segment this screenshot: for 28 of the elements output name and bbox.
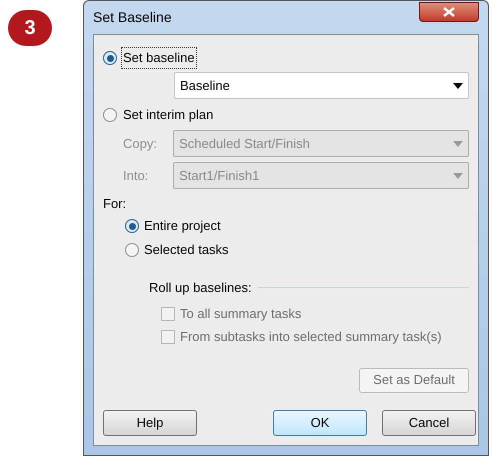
caret-icon <box>453 172 463 178</box>
group-title: Roll up baselines: <box>149 279 252 297</box>
section-label: For: <box>103 195 128 213</box>
caret-icon <box>453 82 463 88</box>
radio-label: Selected tasks <box>144 241 229 260</box>
radio-label: Set baseline <box>122 48 196 68</box>
dropdown-value: Start1/Finish1 <box>179 166 260 185</box>
dialog-button[interactable]: Cancel <box>382 410 476 436</box>
close-icon <box>443 6 455 16</box>
dropdown-value: Scheduled Start/Finish <box>179 134 310 153</box>
step-number-badge: 3 <box>8 10 52 46</box>
radio-button[interactable] <box>103 51 117 65</box>
dialog-button[interactable]: Help <box>103 410 197 436</box>
radio-label: Set interim plan <box>122 106 214 124</box>
checkbox-label: From subtasks into selected summary task(s) <box>180 328 442 346</box>
radio-button[interactable] <box>125 219 139 233</box>
dropdown-value: Baseline <box>180 76 230 95</box>
field-label: Into: <box>122 166 150 185</box>
checkbox-label: To all summary tasks <box>180 305 302 324</box>
window-title: Set Baseline <box>93 8 172 27</box>
radio-button[interactable] <box>103 108 117 122</box>
dropdown-field[interactable]: Baseline <box>174 72 469 99</box>
radio-button[interactable] <box>125 243 139 257</box>
close-button[interactable] <box>419 2 479 22</box>
field-label: Copy: <box>122 134 158 153</box>
dialog-button[interactable]: OK <box>273 410 367 436</box>
caret-icon <box>453 140 463 146</box>
radio-label: Entire project <box>144 217 221 236</box>
